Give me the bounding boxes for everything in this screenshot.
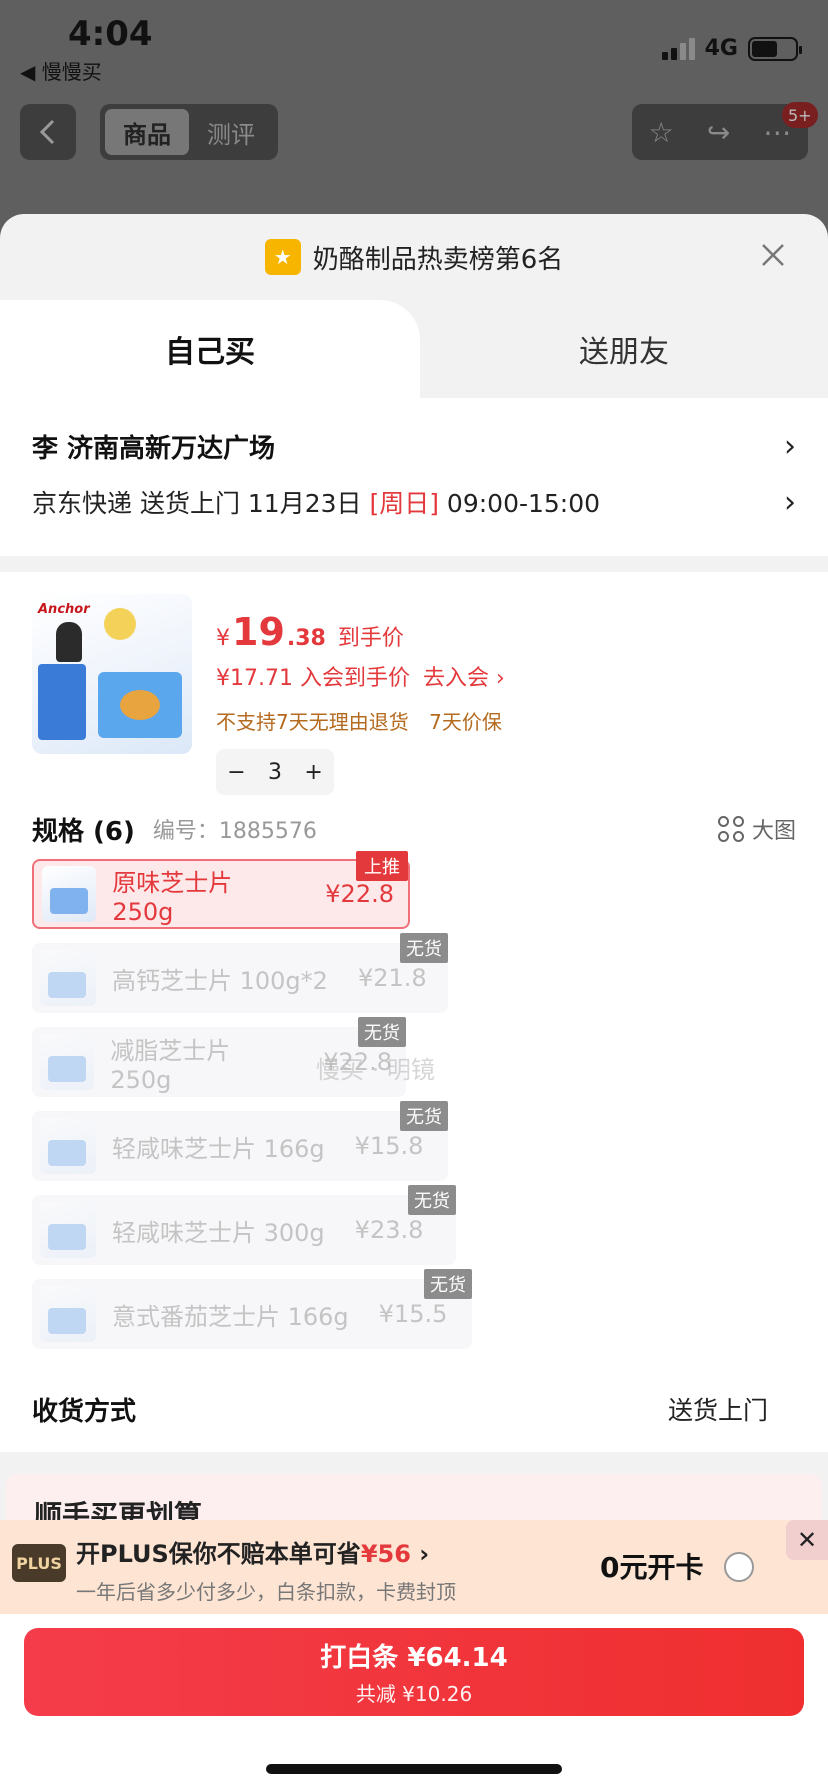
spec-option[interactable]: 意式番茄芝士片 166g ¥15.5 无货 bbox=[32, 1269, 472, 1349]
price-label: 到手价 bbox=[337, 626, 404, 651]
plus-subtitle: 一年后省多少付多少，白条扣款，卡费封顶 bbox=[76, 1580, 456, 1604]
back-to-app-link[interactable]: ◀ 慢慢买 bbox=[20, 56, 102, 85]
spec-header: 规格 (6) 编号：1885576 大图 bbox=[32, 809, 796, 849]
out-of-stock-tag: 无货 bbox=[400, 1101, 448, 1131]
star-icon[interactable]: ☆ bbox=[649, 116, 674, 149]
pay-button-label: 打白条 ¥64.14 bbox=[320, 1643, 508, 1673]
out-of-stock-tag: 无货 bbox=[408, 1185, 456, 1215]
spec-thumbnail bbox=[40, 950, 96, 1006]
member-price-row: ¥17.71 入会到手价 去入会 › bbox=[216, 660, 796, 692]
quantity-value[interactable]: 3 bbox=[268, 760, 282, 785]
nav-segment: 商品 测评 bbox=[100, 104, 278, 160]
address-block: 李 济南高新万达广场 › 京东快递 送货上门 11月23日 [周日] 09:00… bbox=[0, 398, 828, 556]
status-icons: 4G bbox=[661, 36, 802, 61]
grid-icon bbox=[717, 816, 744, 842]
plus-button[interactable]: + bbox=[304, 760, 322, 785]
pay-button[interactable]: 打白条 ¥64.14 共减 ¥10.26 bbox=[24, 1628, 804, 1716]
address-text: 李 济南高新万达广场 bbox=[32, 433, 276, 464]
rank-text[interactable]: 奶酪制品热卖榜第6名 bbox=[313, 239, 564, 276]
policy-row: 不支持7天无理由退货 7天价保 bbox=[216, 706, 796, 735]
chevron-left-icon bbox=[39, 119, 55, 145]
rank-star-icon: ★ bbox=[264, 239, 301, 275]
plus-banner[interactable]: PLUS 开PLUS保你不赔本单可省¥56 › 一年后省多少付多少，白条扣款，卡… bbox=[0, 1520, 828, 1614]
plus-logo: PLUS bbox=[12, 1544, 66, 1582]
member-price: ¥17.71 入会到手价 bbox=[216, 666, 410, 691]
plus-title: 开PLUS保你不赔本单可省¥56 › bbox=[76, 1540, 430, 1568]
product-info: ¥ 19 .38 到手价 ¥17.71 入会到手价 去入会 › 不支持7天无理由… bbox=[216, 594, 796, 795]
delivery-row[interactable]: 京东快递 送货上门 11月23日 [周日] 09:00-15:00 › bbox=[32, 474, 796, 530]
tab-buy-self[interactable]: 自己买 bbox=[0, 300, 420, 398]
product-image[interactable]: Anchor bbox=[32, 594, 192, 754]
share-icon[interactable]: ↪ bbox=[707, 116, 730, 149]
spec-title: 规格 (6) bbox=[32, 816, 135, 847]
watermark: 慢买 · 明镜 bbox=[316, 1056, 435, 1084]
shipping-value: 送货上门 bbox=[667, 1396, 768, 1425]
network-type: 4G bbox=[704, 36, 738, 61]
battery-icon bbox=[748, 36, 802, 61]
out-of-stock-tag: 无货 bbox=[424, 1269, 472, 1299]
out-of-stock-tag: 无货 bbox=[358, 1017, 406, 1047]
tab-product[interactable]: 商品 bbox=[105, 109, 189, 155]
product-summary: Anchor ¥ 19 .38 到手价 ¥17.71 入会到手价 去入会 › 不… bbox=[32, 594, 796, 795]
delivery-text: 京东快递 送货上门 11月23日 [周日] 09:00-15:00 bbox=[32, 489, 601, 518]
out-of-stock-tag: 无货 bbox=[400, 933, 448, 963]
spec-thumbnail bbox=[40, 1286, 96, 1342]
close-icon[interactable]: ✕ bbox=[786, 1520, 828, 1560]
spec-thumbnail bbox=[42, 866, 97, 922]
final-price: ¥ 19 .38 到手价 bbox=[216, 610, 404, 654]
spec-option[interactable]: 轻咸味芝士片 166g ¥15.8 无货 bbox=[32, 1101, 448, 1181]
close-icon[interactable] bbox=[760, 240, 786, 274]
shipping-row[interactable]: 收货方式 送货上门 bbox=[32, 1384, 768, 1434]
message-badge: 5+ bbox=[782, 102, 818, 128]
divider bbox=[0, 556, 828, 572]
plus-amount: ¥56 bbox=[360, 1540, 411, 1568]
big-image-button[interactable]: 大图 bbox=[717, 813, 796, 845]
spec-number: 编号：1885576 bbox=[152, 819, 317, 844]
home-indicator bbox=[266, 1764, 562, 1774]
status-time: 4:04 bbox=[68, 14, 153, 54]
spec-option-selected[interactable]: 原味芝士片 250g ¥22.8 上推 bbox=[32, 851, 410, 929]
signal-icon bbox=[661, 37, 695, 60]
back-button[interactable] bbox=[20, 104, 76, 160]
return-policy: 不支持7天无理由退货 bbox=[216, 710, 409, 734]
spec-thumbnail bbox=[40, 1118, 96, 1174]
plus-radio[interactable] bbox=[724, 1552, 754, 1582]
pay-area: 打白条 ¥64.14 共减 ¥10.26 bbox=[0, 1614, 828, 1792]
tab-send-friend[interactable]: 送朋友 bbox=[420, 300, 828, 398]
quantity-stepper: − 3 + bbox=[216, 749, 334, 795]
spec-thumbnail bbox=[40, 1202, 96, 1258]
recommend-tag: 上推 bbox=[356, 851, 408, 881]
tab-review[interactable]: 测评 bbox=[189, 109, 273, 155]
product-block: Anchor ¥ 19 .38 到手价 ¥17.71 入会到手价 去入会 › 不… bbox=[0, 572, 828, 1452]
address-row[interactable]: 李 济南高新万达广场 › bbox=[32, 418, 796, 474]
plus-open-label: 0元开卡 bbox=[600, 1551, 704, 1584]
spec-list: 原味芝士片 250g ¥22.8 上推 高钙芝士片 100g*2 ¥21.8 无… bbox=[32, 851, 796, 1349]
spec-option[interactable]: 高钙芝士片 100g*2 ¥21.8 无货 bbox=[32, 933, 448, 1013]
minus-button[interactable]: − bbox=[227, 760, 245, 785]
purchase-sheet: ★ 奶酪制品热卖榜第6名 自己买 送朋友 李 济南高新万达广场 › 京东快递 送… bbox=[0, 214, 828, 1792]
delivery-day: [周日] bbox=[369, 489, 439, 518]
join-member-link[interactable]: 去入会 › bbox=[423, 666, 505, 691]
chevron-right-icon: › bbox=[784, 428, 796, 464]
shipping-label: 收货方式 bbox=[32, 1396, 137, 1427]
chevron-right-icon: › bbox=[784, 484, 796, 520]
status-bar: 4:04 ◀ 慢慢买 4G bbox=[0, 0, 828, 90]
spec-thumbnail bbox=[40, 1034, 95, 1090]
sheet-header: ★ 奶酪制品热卖榜第6名 bbox=[0, 214, 828, 300]
buy-mode-tabs: 自己买 送朋友 bbox=[0, 300, 828, 398]
brand-logo: Anchor bbox=[38, 602, 90, 617]
pay-discount: 共减 ¥10.26 bbox=[355, 1682, 473, 1706]
price-protect: 7天价保 bbox=[429, 710, 502, 734]
spec-option[interactable]: 轻咸味芝士片 300g ¥23.8 无货 bbox=[32, 1185, 456, 1265]
